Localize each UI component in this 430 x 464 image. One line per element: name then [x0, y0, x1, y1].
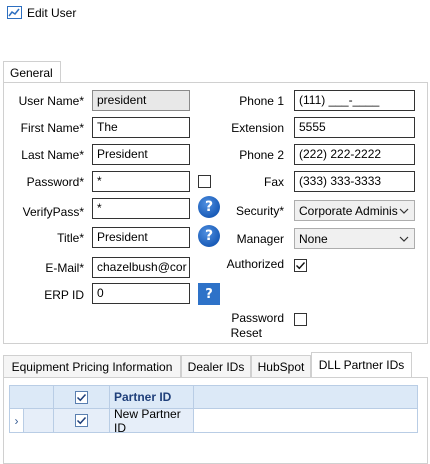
- title-field[interactable]: President: [92, 227, 190, 248]
- tab-equipment-pricing[interactable]: Equipment Pricing Information: [3, 355, 181, 377]
- row-indicator-icon: ›: [10, 409, 24, 432]
- firstname-label: First Name*: [20, 121, 84, 135]
- row-checkbox[interactable]: [75, 414, 88, 427]
- authorized-label: Authorized: [226, 257, 284, 271]
- window-title: Edit User: [27, 6, 77, 20]
- chevron-down-icon: [399, 208, 409, 214]
- password-checkbox[interactable]: [198, 175, 211, 188]
- email-label: E-Mail*: [45, 261, 84, 275]
- partner-id-column-header[interactable]: Partner ID: [110, 386, 194, 408]
- phone2-label: Phone 2: [239, 148, 284, 162]
- password-reset-checkbox[interactable]: [294, 313, 307, 326]
- verifypass-field[interactable]: *: [92, 198, 190, 219]
- grid-header-select-all[interactable]: [54, 386, 110, 408]
- checkmark-icon: [76, 416, 87, 425]
- password-field[interactable]: *: [92, 171, 190, 192]
- manager-label: Manager: [236, 232, 284, 246]
- grid-header: Partner ID: [9, 385, 418, 409]
- password-label: Password*: [26, 175, 84, 189]
- phone1-label: Phone 1: [239, 94, 284, 108]
- grid-header-indicator-cell: [10, 386, 54, 408]
- checkmark-icon: [76, 393, 87, 401]
- security-label: Security*: [235, 204, 284, 218]
- password-reset-label-line2: Reset: [230, 326, 262, 340]
- title-label: Title*: [57, 231, 84, 245]
- manager-select-value: None: [299, 231, 328, 246]
- partner-id-cell[interactable]: New Partner ID: [110, 407, 194, 435]
- row-checkbox-cell[interactable]: [54, 409, 110, 432]
- table-row[interactable]: › New Partner ID: [9, 407, 418, 435]
- erpid-help-icon[interactable]: ?: [198, 283, 220, 305]
- firstname-field[interactable]: The: [92, 117, 190, 138]
- manager-select[interactable]: None: [294, 228, 415, 249]
- extension-field[interactable]: 5555: [294, 117, 415, 138]
- verifypass-label: VerifyPass*: [22, 205, 84, 219]
- tab-dll-partner-ids[interactable]: DLL Partner IDs: [311, 352, 412, 378]
- tab-dealer-ids[interactable]: Dealer IDs: [181, 355, 251, 377]
- erpid-field[interactable]: 0: [92, 283, 190, 304]
- tab-general[interactable]: General: [3, 61, 61, 83]
- extension-label: Extension: [231, 121, 284, 135]
- lastname-label: Last Name*: [21, 148, 84, 162]
- tab-hubspot[interactable]: HubSpot: [251, 355, 311, 377]
- password-reset-label-line1: Password: [231, 311, 284, 325]
- app-icon: [7, 6, 22, 19]
- erpid-label: ERP ID: [44, 288, 84, 302]
- checkmark-icon: [296, 262, 306, 270]
- username-label: User Name*: [18, 94, 84, 108]
- row-blank-cell: [24, 409, 54, 432]
- chevron-down-icon: [399, 236, 409, 242]
- email-field[interactable]: chazelbush@cor: [92, 257, 190, 278]
- lastname-field[interactable]: President: [92, 144, 190, 165]
- security-select-value: Corporate Adminis: [299, 203, 398, 218]
- security-select[interactable]: Corporate Adminis: [294, 200, 415, 221]
- phone1-field[interactable]: (111) ___-____: [294, 90, 415, 111]
- fax-field[interactable]: (333) 333-3333: [294, 171, 415, 192]
- username-field: president: [92, 90, 190, 111]
- authorized-checkbox[interactable]: [294, 259, 307, 272]
- fax-label: Fax: [263, 175, 284, 189]
- select-all-checkbox[interactable]: [75, 390, 88, 404]
- phone2-field[interactable]: (222) 222-2222: [294, 144, 415, 165]
